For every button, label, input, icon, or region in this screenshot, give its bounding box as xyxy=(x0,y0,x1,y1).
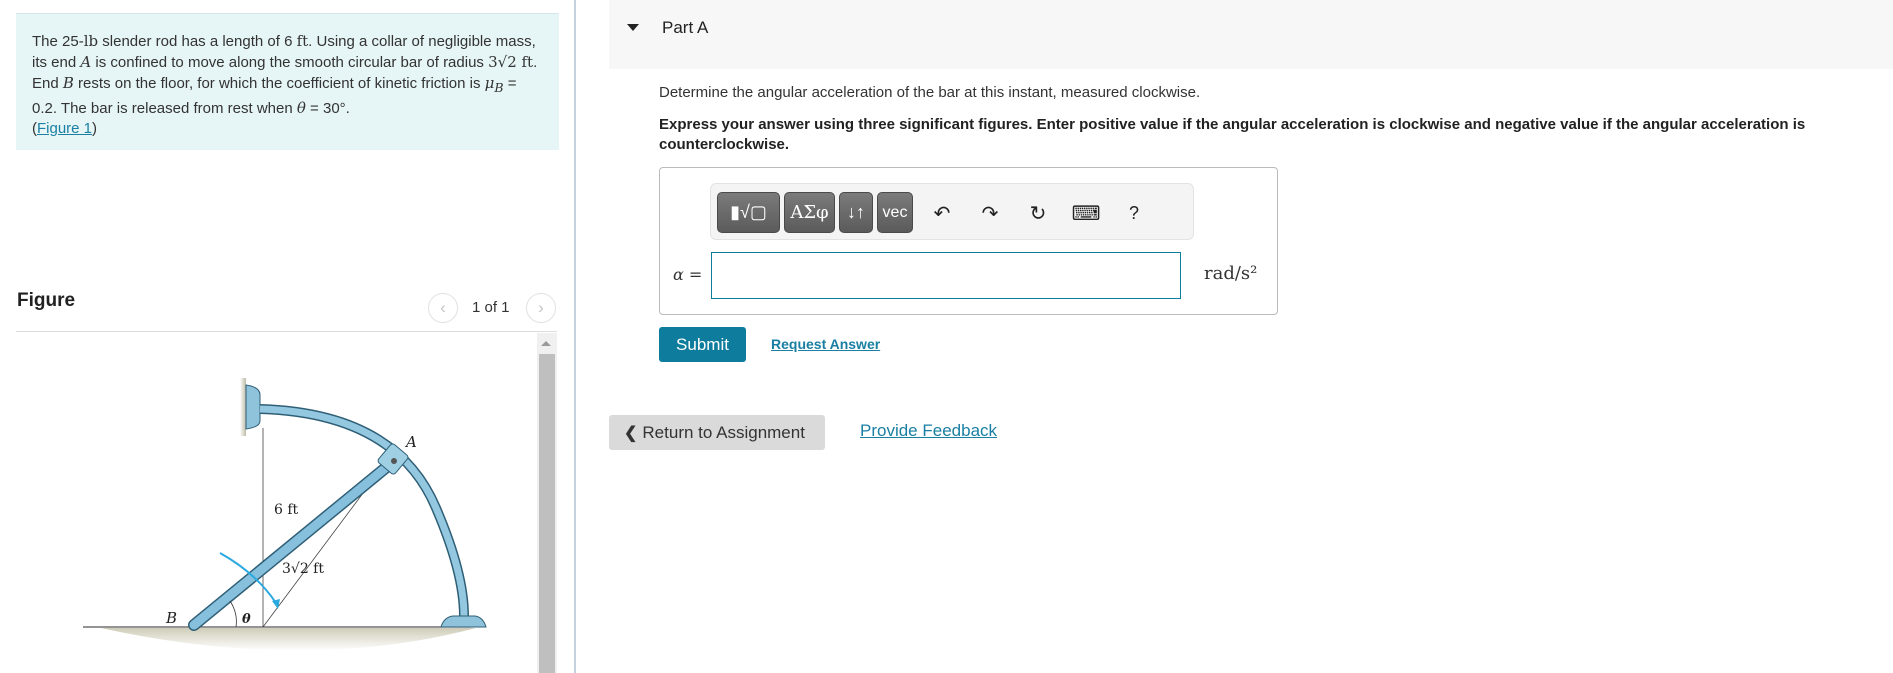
problem-text: = 30°. xyxy=(305,100,350,117)
label-b: B xyxy=(165,609,177,627)
answer-instructions: Express your answer using three signific… xyxy=(659,116,1806,153)
help-icon: ? xyxy=(1128,202,1139,223)
problem-text: rests on the floor, for which the coeffi… xyxy=(73,75,485,92)
reset-button[interactable]: ↻ xyxy=(1023,198,1053,228)
up-down-arrows-icon: ↓↑ xyxy=(847,202,865,222)
figure-divider xyxy=(16,331,557,332)
caret-down-icon xyxy=(627,24,639,31)
arrows-button[interactable]: ↓↑ xyxy=(839,192,873,233)
rod-diagram: A B 6 ft 3√2 ft θ xyxy=(83,378,487,651)
return-to-assignment-button[interactable]: ❮ Return to Assignment xyxy=(609,415,825,450)
unit-lb: lb xyxy=(83,32,99,50)
label-a: A xyxy=(404,433,417,451)
undo-button[interactable]: ↶ xyxy=(927,198,957,228)
label-radius: 3√2 ft xyxy=(282,561,324,577)
question-text: Determine the angular acceleration of th… xyxy=(659,84,1201,101)
part-a-header[interactable]: Part A xyxy=(609,0,1893,69)
paren: ) xyxy=(92,120,98,137)
reset-icon: ↻ xyxy=(1029,202,1047,225)
units-label: rad/s² xyxy=(1204,263,1258,284)
mu-symbol: μ xyxy=(484,74,495,92)
vec-label: vec xyxy=(882,203,908,221)
scroll-up-arrow-icon[interactable] xyxy=(541,341,551,346)
vec-button[interactable]: vec xyxy=(877,192,913,233)
var-b: B xyxy=(62,74,74,92)
submit-button[interactable]: Submit xyxy=(659,327,746,362)
pane-divider[interactable] xyxy=(574,0,576,673)
return-label: Return to Assignment xyxy=(642,422,805,442)
mu-subscript: B xyxy=(494,80,504,95)
prev-figure-button[interactable]: ‹ xyxy=(428,293,458,323)
theta-symbol: θ xyxy=(296,99,306,117)
floor-base xyxy=(440,615,487,628)
label-theta: θ xyxy=(242,612,251,627)
keyboard-icon: ⌨ xyxy=(1071,202,1101,225)
request-answer-link[interactable]: Request Answer xyxy=(771,336,880,352)
collar-pin xyxy=(391,458,397,464)
keyboard-button[interactable]: ⌨ xyxy=(1071,198,1101,228)
label-rod-length: 6 ft xyxy=(274,502,299,518)
chevron-right-icon: › xyxy=(538,298,544,317)
theta-arc xyxy=(229,600,237,628)
answer-input[interactable] xyxy=(711,252,1181,299)
next-figure-button[interactable]: › xyxy=(526,293,556,323)
templates-icon: ▮√▢ xyxy=(730,202,767,222)
redo-button[interactable]: ↷ xyxy=(975,198,1005,228)
answer-box: ▮√▢ ΑΣφ ↓↑ vec ↶ ↷ ↻ ⌨ ? α = rad/s² xyxy=(659,167,1278,315)
figure-pager-label: 1 of 1 xyxy=(472,299,510,316)
problem-text: The 25- xyxy=(32,33,84,50)
figure-image: A B 6 ft 3√2 ft θ xyxy=(16,333,536,673)
problem-text: slender rod has a length of 6 xyxy=(98,33,297,50)
chevron-left-icon: ‹ xyxy=(440,298,446,317)
wall-bracket xyxy=(245,384,261,430)
help-button[interactable]: ? xyxy=(1119,198,1149,228)
undo-icon: ↶ xyxy=(933,202,951,225)
var-a: A xyxy=(80,53,92,71)
radius-value: 3√2 ft xyxy=(488,53,534,71)
wall xyxy=(240,378,246,436)
math-toolbar: ▮√▢ ΑΣφ ↓↑ vec ↶ ↷ ↻ ⌨ ? xyxy=(710,183,1194,240)
figure-scrollbar-thumb[interactable] xyxy=(539,354,555,673)
alpha-label: α = xyxy=(673,265,703,284)
chevron-left-icon: ❮ xyxy=(624,424,638,442)
figure-link[interactable]: Figure 1 xyxy=(37,120,92,137)
provide-feedback-link[interactable]: Provide Feedback xyxy=(860,421,997,441)
unit-ft: ft xyxy=(296,32,309,50)
templates-button[interactable]: ▮√▢ xyxy=(717,192,780,233)
redo-icon: ↷ xyxy=(981,202,999,225)
greek-symbols-icon: ΑΣφ xyxy=(790,202,829,223)
problem-text: is confined to move along the smooth cir… xyxy=(91,54,489,71)
figure-heading: Figure xyxy=(17,290,76,311)
symbols-button[interactable]: ΑΣφ xyxy=(784,192,835,233)
problem-statement: The 25-lb slender rod has a length of 6 … xyxy=(16,13,559,150)
ground-shadow xyxy=(101,628,476,651)
part-title: Part A xyxy=(662,18,709,37)
